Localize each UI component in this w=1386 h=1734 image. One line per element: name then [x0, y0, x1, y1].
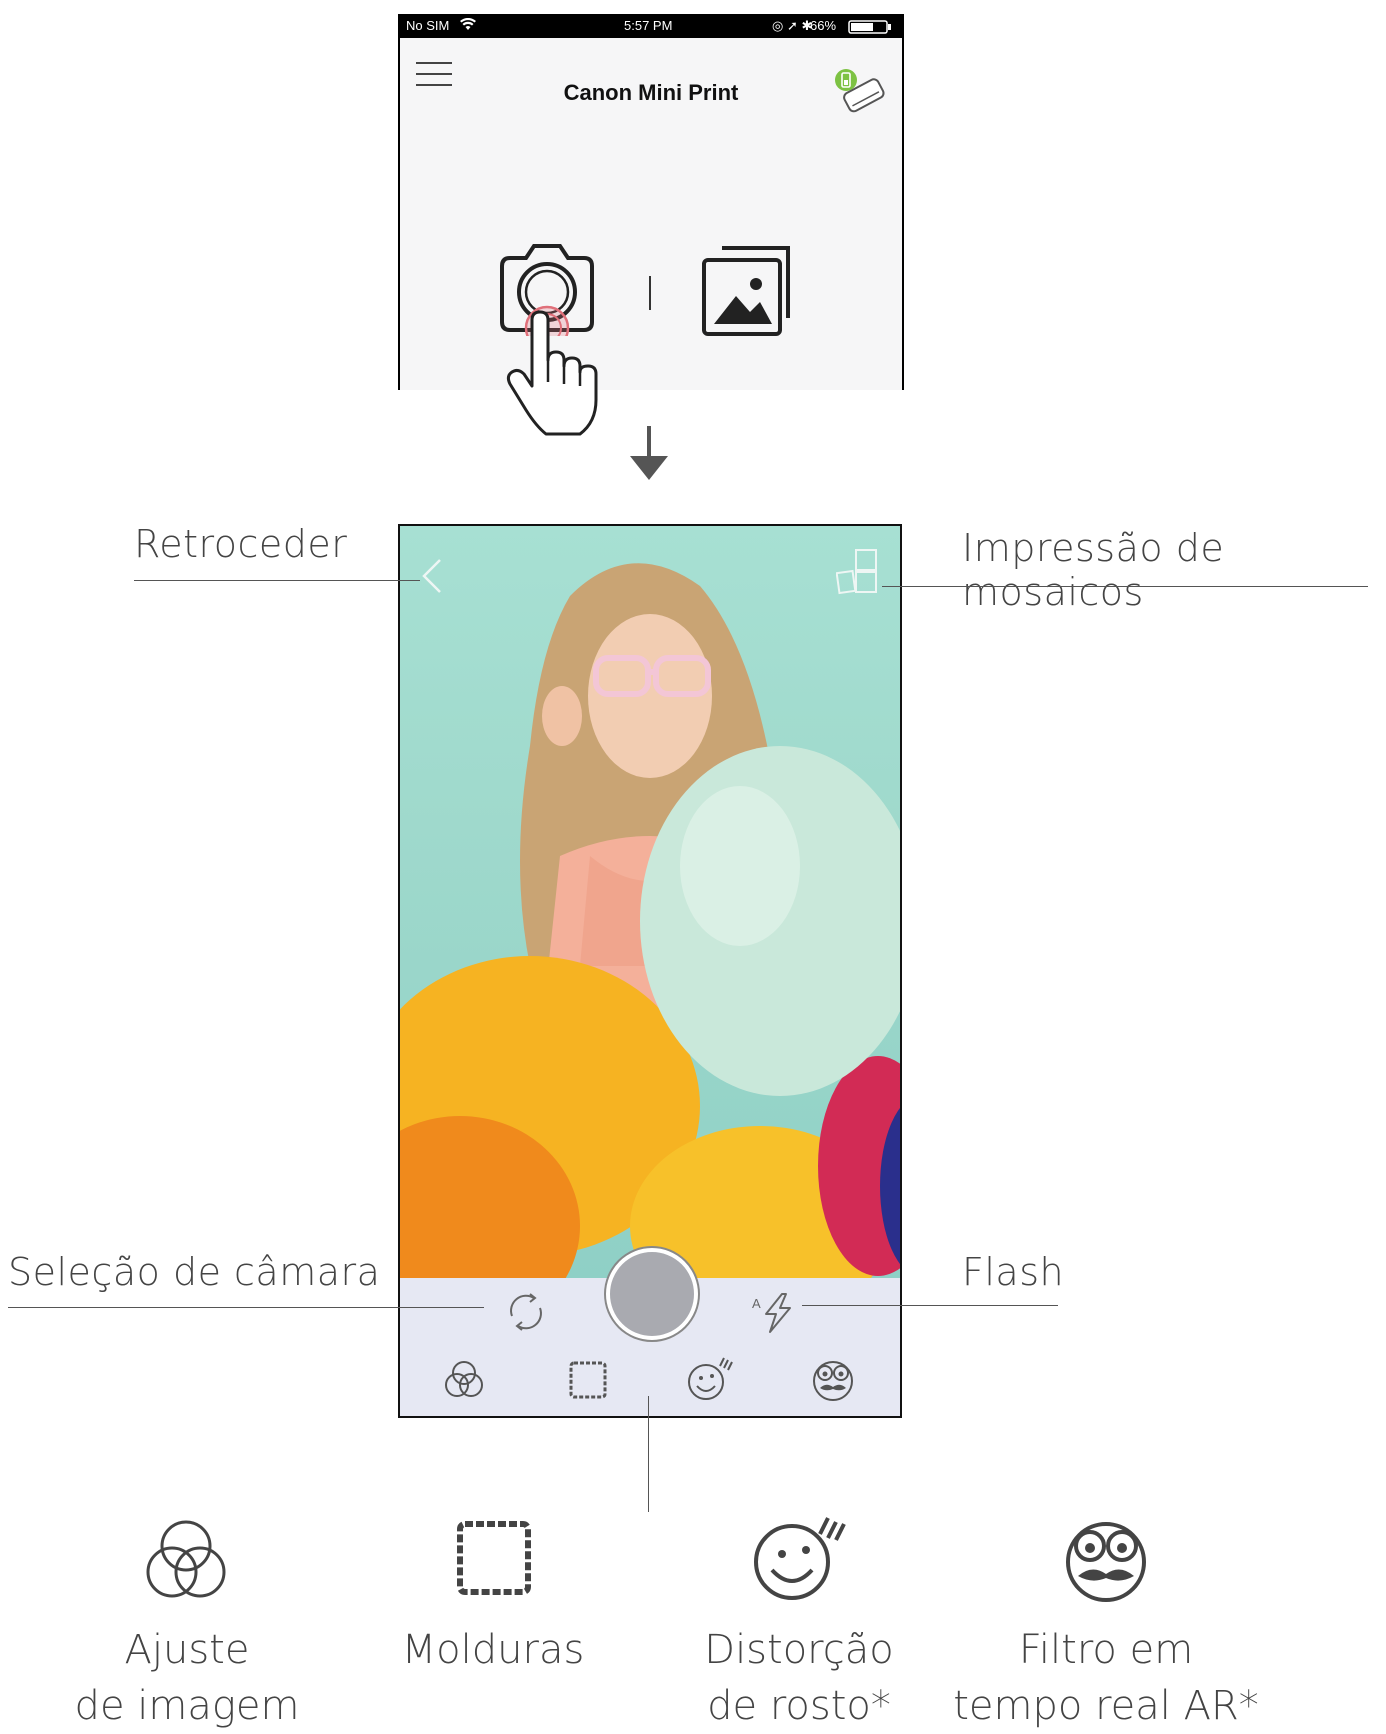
- tile-print-icon[interactable]: [835, 548, 880, 602]
- camera-screen: A: [398, 524, 902, 1418]
- ar-filter-icon[interactable]: [810, 1356, 856, 1406]
- ar-filter-legend-icon: [1060, 1514, 1152, 1606]
- tile-print-callout-label: Impressão de mosaicos: [962, 526, 1225, 614]
- face-distortion-icon[interactable]: [686, 1356, 734, 1406]
- frames-legend-icon: [456, 1520, 532, 1600]
- location-icon: ◎ ➚ ✱: [772, 18, 813, 33]
- flash-callout-label: Flash: [962, 1250, 1065, 1294]
- image-adjust-legend-label: Ajuste de imagem: [60, 1622, 314, 1734]
- image-adjust-icon[interactable]: [442, 1358, 486, 1406]
- face-distortion-legend-label: Distorção de rosto*: [672, 1622, 926, 1734]
- ar-filter-legend-label: Filtro em tempo real AR*: [946, 1622, 1266, 1734]
- battery-label: 66%: [810, 18, 837, 33]
- gallery-button[interactable]: [700, 242, 796, 336]
- carrier-label: No SIM: [406, 18, 450, 33]
- down-arrow-icon: [626, 426, 672, 482]
- status-bar: No SIM 5:57 PM ◎ ➚ ✱ 66%: [400, 14, 902, 38]
- face-distortion-legend-line1: Distorção: [704, 1627, 894, 1673]
- flash-auto-icon[interactable]: A: [752, 1292, 796, 1338]
- svg-text:A: A: [752, 1296, 761, 1311]
- ar-filter-legend-line1: Filtro em: [1018, 1627, 1194, 1673]
- shutter-button[interactable]: [606, 1248, 698, 1340]
- toolbar-callout-line: [648, 1396, 649, 1512]
- back-icon[interactable]: [420, 558, 444, 598]
- home-screen: No SIM 5:57 PM ◎ ➚ ✱ 66% Canon Mini Prin…: [398, 14, 904, 390]
- camera-toolbar: A: [400, 1248, 900, 1416]
- switch-camera-icon[interactable]: [504, 1290, 548, 1338]
- camera-preview: [400, 526, 900, 1278]
- tile-print-callout-line: [882, 586, 1368, 587]
- face-distortion-legend-icon: [752, 1512, 848, 1606]
- hand-pointer-icon: [502, 310, 612, 440]
- image-adjust-legend-line2: de imagem: [74, 1683, 300, 1729]
- camera-select-callout-line: [8, 1307, 484, 1308]
- image-adjust-legend-icon: [140, 1518, 232, 1608]
- image-adjust-legend-line1: Ajuste: [124, 1627, 250, 1673]
- divider: [649, 276, 651, 310]
- back-callout-line: [134, 580, 420, 581]
- frames-icon[interactable]: [568, 1360, 608, 1404]
- battery-icon: [848, 20, 892, 37]
- wifi-icon: [460, 17, 476, 35]
- back-callout-label: Retroceder: [134, 522, 348, 566]
- frames-legend-label: Molduras: [401, 1627, 585, 1673]
- flash-callout-line: [802, 1305, 1058, 1306]
- face-distortion-legend-line2: de rosto*: [707, 1683, 891, 1729]
- camera-select-callout-label: Seleção de câmara: [8, 1250, 381, 1294]
- app-title: Canon Mini Print: [563, 80, 739, 105]
- ar-filter-legend-line2: tempo real AR*: [953, 1683, 1259, 1729]
- printer-status-icon[interactable]: [830, 60, 886, 116]
- clock-label: 5:57 PM: [624, 18, 673, 33]
